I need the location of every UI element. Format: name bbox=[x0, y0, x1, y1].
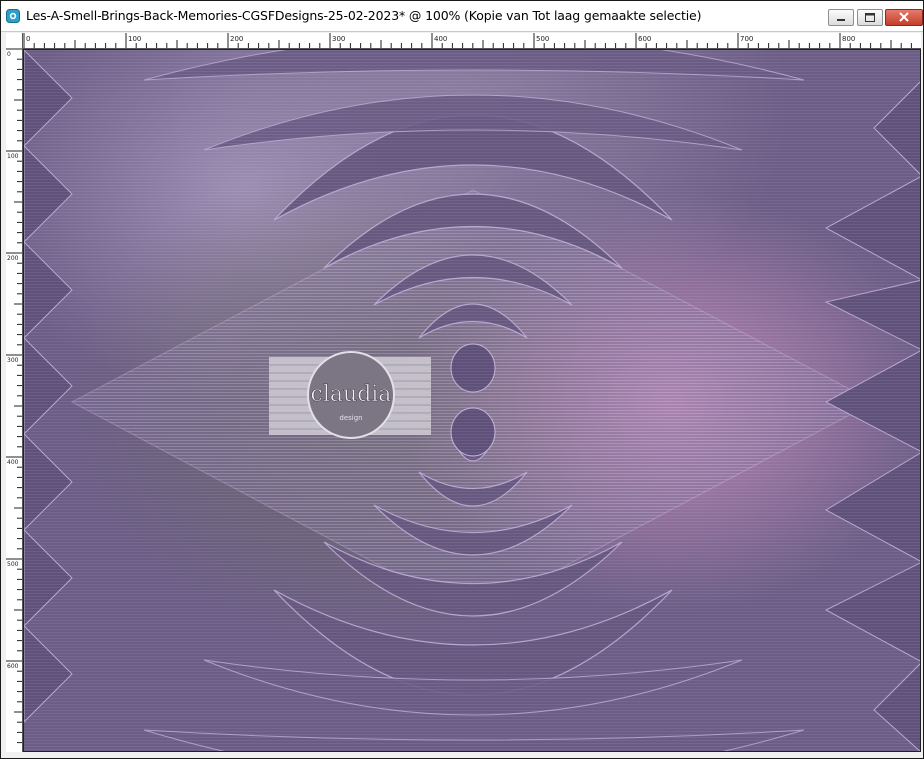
vertical-ruler[interactable]: 0100200300400500600700 bbox=[6, 48, 23, 754]
watermark-subtext: design bbox=[339, 414, 362, 422]
ruler-label: 500 bbox=[536, 35, 549, 43]
ruler-label: 100 bbox=[7, 153, 19, 160]
ruler-label: 0 bbox=[26, 35, 30, 43]
watermark-text: claudia bbox=[311, 382, 392, 407]
ruler-label: 100 bbox=[128, 35, 141, 43]
ruler-corner bbox=[6, 33, 23, 49]
close-icon bbox=[899, 12, 909, 22]
ruler-label: 400 bbox=[7, 459, 19, 466]
ruler-label: 700 bbox=[740, 35, 753, 43]
maximize-button[interactable] bbox=[857, 9, 883, 26]
minimize-icon bbox=[837, 19, 845, 21]
ruler-label: 600 bbox=[7, 663, 19, 670]
ruler-label: 800 bbox=[842, 35, 855, 43]
window-title: Les-A-Smell-Brings-Back-Memories-CGSFDes… bbox=[26, 8, 702, 23]
artwork: claudia design bbox=[24, 50, 920, 751]
ruler-label: 300 bbox=[7, 357, 19, 364]
ruler-label: 300 bbox=[332, 35, 345, 43]
close-button[interactable] bbox=[885, 9, 923, 26]
ruler-label: 0 bbox=[7, 51, 11, 58]
ruler-label: 500 bbox=[7, 561, 19, 568]
image-canvas[interactable]: claudia design bbox=[23, 49, 921, 752]
ruler-label: 400 bbox=[434, 35, 447, 43]
ruler-label: 200 bbox=[230, 35, 243, 43]
watermark: claudia design bbox=[269, 351, 431, 439]
document-window: Les-A-Smell-Brings-Back-Memories-CGSFDes… bbox=[0, 0, 924, 759]
horizontal-ruler[interactable]: 0 100 200 300 400 500 600 700 800 bbox=[23, 33, 923, 49]
ruler-label: 200 bbox=[7, 255, 19, 262]
minimize-button[interactable] bbox=[828, 9, 854, 26]
title-bar[interactable]: Les-A-Smell-Brings-Back-Memories-CGSFDes… bbox=[1, 1, 923, 32]
maximize-icon bbox=[865, 13, 875, 22]
psp-document-icon bbox=[6, 9, 20, 23]
ruler-label: 600 bbox=[638, 35, 651, 43]
